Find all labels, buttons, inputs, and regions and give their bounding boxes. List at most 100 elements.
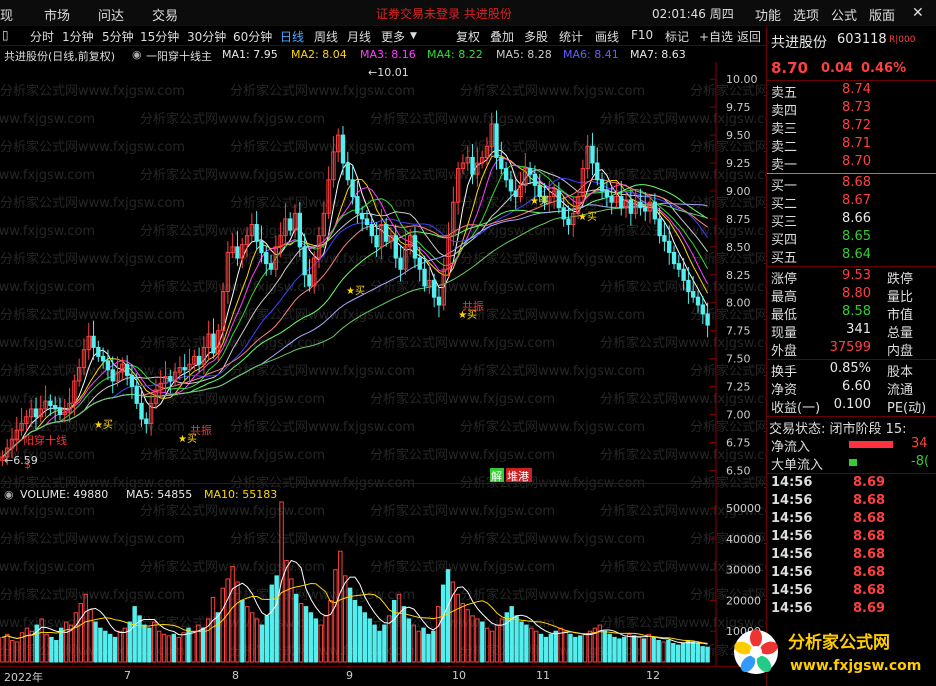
candle-body[interactable] [691,291,696,298]
candle-body[interactable] [355,196,360,214]
candle-body[interactable] [144,418,149,424]
volume-bar[interactable] [303,606,309,663]
volume-bar[interactable] [39,618,44,663]
volume-bar[interactable] [357,606,363,663]
tool-f10[interactable]: F10 [631,28,653,42]
volume-bar[interactable] [504,612,510,663]
tab-daily[interactable]: 日线 [280,28,304,45]
candle-body[interactable] [254,223,259,242]
volume-bar[interactable] [88,609,93,663]
candle-body[interactable] [499,156,504,170]
volume-bar[interactable] [578,635,583,663]
volume-bar[interactable] [529,627,534,663]
candle-body[interactable] [384,223,389,242]
candle-body[interactable] [134,386,139,404]
volume-bar[interactable] [509,606,514,663]
volume-bar[interactable] [484,627,490,663]
candle-body[interactable] [671,251,677,265]
volume-bar[interactable] [465,609,470,663]
volume-bar[interactable] [328,599,333,663]
volume-bar[interactable] [117,630,123,663]
volume-bar[interactable] [200,627,206,663]
volume-bar[interactable] [323,615,328,663]
volume-bar[interactable] [651,636,656,663]
volume-bar[interactable] [656,639,661,663]
volume-bar[interactable] [5,633,10,663]
candle-body[interactable] [360,212,365,220]
stat2-row[interactable]: 换手 0.85% 股本 [769,361,935,380]
bid-row[interactable]: 买一 8.68 [769,175,935,194]
candle-body[interactable] [182,367,187,371]
candle-body[interactable] [643,207,648,212]
bid-row[interactable]: 买五 8.64 [769,247,935,266]
volume-bar[interactable] [122,627,128,663]
candle-body[interactable] [470,156,475,175]
candle-body[interactable] [307,274,312,287]
menu-item-layout[interactable]: 版面 [869,5,895,24]
candle-body[interactable] [364,218,370,225]
candle-body[interactable] [417,257,422,270]
candle-body[interactable] [686,279,691,293]
volume-bar[interactable] [44,633,49,663]
bid-row[interactable]: 买四 8.65 [769,229,935,248]
candle-body[interactable] [91,335,96,348]
volume-bar[interactable] [626,633,632,663]
candle-body[interactable] [374,235,379,248]
candle-body[interactable] [129,374,135,388]
volume-bar[interactable] [191,630,196,663]
candle-body[interactable] [652,201,658,220]
volume-bar[interactable] [333,569,338,663]
volume-bar[interactable] [666,639,671,663]
candle-body[interactable] [259,240,264,253]
volume-bar[interactable] [147,627,152,663]
volume-bar[interactable] [587,630,593,663]
volume-bar[interactable] [524,624,529,663]
volume-bar[interactable] [352,599,358,663]
menu-item-formula[interactable]: 公式 [831,5,857,24]
candle-body[interactable] [369,223,374,237]
volume-bar[interactable] [607,633,612,663]
volume-bar[interactable] [470,615,475,663]
volume-bar[interactable] [445,569,451,663]
volume-bar[interactable] [480,621,485,663]
candle-body[interactable] [168,376,173,382]
volume-bar[interactable] [176,636,181,663]
candle-body[interactable] [297,212,303,248]
candle-body[interactable] [695,296,701,306]
volume-bar[interactable] [631,635,637,663]
volume-bar[interactable] [230,566,235,663]
volume-bar[interactable] [259,624,265,663]
candle-body[interactable] [638,201,643,209]
volume-bar[interactable] [0,636,5,663]
candle-body[interactable] [340,134,346,164]
window-list-icon[interactable]: ▯ [2,28,9,42]
candle-body[interactable] [561,207,566,220]
candle-body[interactable] [96,346,101,357]
volume-bar[interactable] [685,639,691,663]
candle-body[interactable] [235,246,240,259]
volume-bar[interactable] [245,606,250,663]
volume-bar[interactable] [10,639,15,663]
volume-bar[interactable] [514,615,519,663]
candle-body[interactable] [196,355,202,365]
volume-bar[interactable] [519,621,524,663]
volume-bar[interactable] [181,632,186,663]
menu-item-wenda[interactable]: 问达 [98,5,124,24]
volume-bar[interactable] [612,636,617,663]
volume-bar[interactable] [431,630,436,663]
tab-monthly[interactable]: 月线 [347,28,371,45]
stat-row[interactable]: 现量 341 总量 [769,322,935,341]
menu-item-trade[interactable]: 交易 [152,5,178,24]
ask-row[interactable]: 卖四 8.73 [769,100,935,119]
volume-bar[interactable] [225,578,230,663]
candlestick-chart[interactable]: 10.00 9.75 9.50 9.25 9.00 8.75 8.50 8.25 8.00 7.7… [0,62,766,484]
volume-bar[interactable] [98,627,103,663]
volume-bar[interactable] [377,630,382,663]
volume-bar[interactable] [367,618,372,663]
candle-body[interactable] [494,123,499,158]
volume-bar[interactable] [489,630,495,663]
tool-diejia[interactable]: 叠加 [490,28,514,45]
bid-row[interactable]: 买三 8.66 [769,211,935,230]
volume-bar[interactable] [680,643,686,663]
volume-bar[interactable] [460,603,465,663]
